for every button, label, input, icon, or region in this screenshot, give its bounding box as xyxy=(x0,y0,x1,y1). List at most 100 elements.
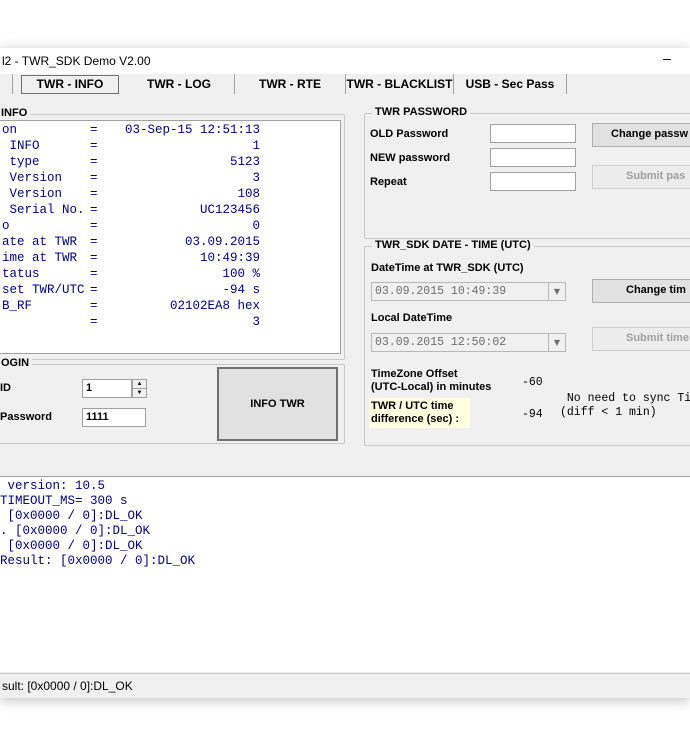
info-value: 5123 xyxy=(229,155,260,169)
tab-twr-info[interactable]: TWR - INFO xyxy=(21,75,119,94)
diff-sublabel: difference (sec) : xyxy=(371,413,460,425)
tab-twr-rte[interactable]: TWR - RTE xyxy=(235,74,346,94)
repeat-password-field[interactable] xyxy=(490,172,576,191)
local-datetime-combo[interactable]: 03.09.2015 12:50:02 ▼ xyxy=(371,333,566,352)
info-row: ate at TWR = 03.09.2015 xyxy=(0,235,340,251)
info-value: -94 s xyxy=(222,283,260,297)
chevron-down-icon[interactable]: ▼ xyxy=(548,283,565,300)
sync-message-detail: (diff < 1 min) xyxy=(560,406,657,419)
info-eq: = xyxy=(90,251,98,265)
info-group-title: INFO xyxy=(0,107,31,119)
change-password-button[interactable]: Change passw xyxy=(592,123,690,147)
info-label: Version xyxy=(2,171,63,185)
info-eq: = xyxy=(90,155,98,169)
info-row: type = 5123 xyxy=(0,155,340,171)
info-eq: = xyxy=(90,187,98,201)
log-line: Result: [0x0000 / 0]:DL_OK xyxy=(0,554,196,568)
repeat-password-label: Repeat xyxy=(370,176,407,188)
info-eq: = xyxy=(90,139,98,153)
id-label: ID xyxy=(0,382,11,394)
info-label: type xyxy=(2,155,40,169)
diff-value: -94 xyxy=(522,408,543,421)
local-datetime-value: 03.09.2015 12:50:02 xyxy=(375,336,507,349)
info-row: set TWR/UTC = -94 s xyxy=(0,283,340,299)
info-row: Serial No. = UC123456 xyxy=(0,203,340,219)
change-time-button[interactable]: Change tim xyxy=(592,279,690,303)
info-eq: = xyxy=(90,315,98,329)
info-row: tatus = 100 % xyxy=(0,267,340,283)
old-password-field[interactable] xyxy=(490,124,576,143)
window-title: l2 - TWR_SDK Demo V2.00 xyxy=(2,54,151,68)
info-eq: = xyxy=(90,171,98,185)
new-password-field[interactable] xyxy=(490,148,576,167)
info-twr-button[interactable]: INFO TWR xyxy=(217,367,338,441)
sdk-datetime-label: DateTime at TWR_SDK (UTC) xyxy=(371,262,524,274)
tab-hidden-left[interactable] xyxy=(0,74,13,94)
info-eq: = xyxy=(90,283,98,297)
info-value: 1 xyxy=(252,139,260,153)
log-panel[interactable]: version: 10.5 TIMEOUT_MS= 300 s [0x0000 … xyxy=(0,476,690,672)
info-value: UC123456 xyxy=(199,203,260,217)
submit-password-button[interactable]: Submit pas xyxy=(592,165,690,189)
info-value: 3 xyxy=(252,315,260,329)
info-row: ime at TWR = 10:49:39 xyxy=(0,251,340,267)
info-label: on xyxy=(2,123,18,137)
login-group-title: OGIN xyxy=(0,357,33,369)
info-label: Version xyxy=(2,187,63,201)
info-eq: = xyxy=(90,299,98,313)
spin-down-icon[interactable]: ▼ xyxy=(133,389,146,397)
minimize-button[interactable]: – xyxy=(660,50,674,66)
info-label: ime at TWR xyxy=(2,251,78,265)
info-eq: = xyxy=(90,267,98,281)
info-row: Version = 3 xyxy=(0,171,340,187)
info-label: Serial No. xyxy=(2,203,85,217)
info-eq: = xyxy=(90,219,98,233)
log-line: . [0x0000 / 0]:DL_OK xyxy=(0,524,151,538)
info-label: set TWR/UTC xyxy=(2,283,85,297)
chevron-down-icon[interactable]: ▼ xyxy=(548,334,565,351)
log-line: version: 10.5 xyxy=(0,479,106,493)
title-bar: l2 - TWR_SDK Demo V2.00 – xyxy=(0,48,690,74)
info-row: = 3 xyxy=(0,315,340,331)
info-value: 02102EA8 hex xyxy=(169,299,260,313)
info-label: tatus xyxy=(2,267,40,281)
spin-up-icon[interactable]: ▲ xyxy=(133,380,146,389)
tz-offset-value: -60 xyxy=(522,376,543,389)
sdk-datetime-combo[interactable]: 03.09.2015 10:49:39 ▼ xyxy=(371,282,566,301)
tab-twr-blacklist[interactable]: TWR - BLACKLIST xyxy=(346,74,454,94)
info-eq: = xyxy=(90,123,98,137)
id-spinner[interactable]: ▲ ▼ xyxy=(132,379,147,398)
status-text: sult: [0x0000 / 0]:DL_OK xyxy=(2,679,133,693)
tab-twr-log[interactable]: TWR - LOG xyxy=(124,74,235,94)
local-datetime-label: Local DateTime xyxy=(371,312,453,324)
sdk-datetime-value: 03.09.2015 10:49:39 xyxy=(375,285,507,298)
old-password-label: OLD Password xyxy=(370,128,449,140)
submit-time-button[interactable]: Submit time xyxy=(592,327,690,351)
status-bar: sult: [0x0000 / 0]:DL_OK xyxy=(0,673,690,698)
tz-offset-sublabel: (UTC-Local) in minutes xyxy=(371,381,492,393)
info-value: 108 xyxy=(237,187,260,201)
info-row: B_RF = 02102EA8 hex xyxy=(0,299,340,315)
info-value: 10:49:39 xyxy=(199,251,260,265)
new-password-label: NEW password xyxy=(370,152,451,164)
diff-label: TWR / UTC time xyxy=(371,400,454,412)
info-row: Version = 108 xyxy=(0,187,340,203)
info-label: B_RF xyxy=(2,299,33,313)
password-field[interactable]: 1111 xyxy=(82,408,146,427)
info-label: ate at TWR xyxy=(2,235,78,249)
info-row: on = 03-Sep-15 12:51:13 xyxy=(0,123,340,139)
info-value: 03.09.2015 xyxy=(184,235,260,249)
info-eq: = xyxy=(90,235,98,249)
tab-usb-sec-pass[interactable]: USB - Sec Pass xyxy=(454,74,567,94)
app-window: l2 - TWR_SDK Demo V2.00 – TWR - INFO TWR… xyxy=(0,48,690,698)
log-line: TIMEOUT_MS= 300 s xyxy=(0,494,128,508)
info-eq: = xyxy=(90,203,98,217)
info-value: 0 xyxy=(252,219,260,233)
tab-bar: TWR - INFO TWR - LOG TWR - RTE TWR - BLA… xyxy=(0,74,690,96)
datetime-group-title: TWR_SDK DATE - TIME (UTC) xyxy=(372,239,534,251)
info-value: 03-Sep-15 12:51:13 xyxy=(124,123,260,137)
log-line: [0x0000 / 0]:DL_OK xyxy=(0,539,143,553)
password-label: Password xyxy=(0,411,52,423)
info-label: INFO xyxy=(2,139,40,153)
id-field[interactable]: 1 xyxy=(82,379,132,398)
